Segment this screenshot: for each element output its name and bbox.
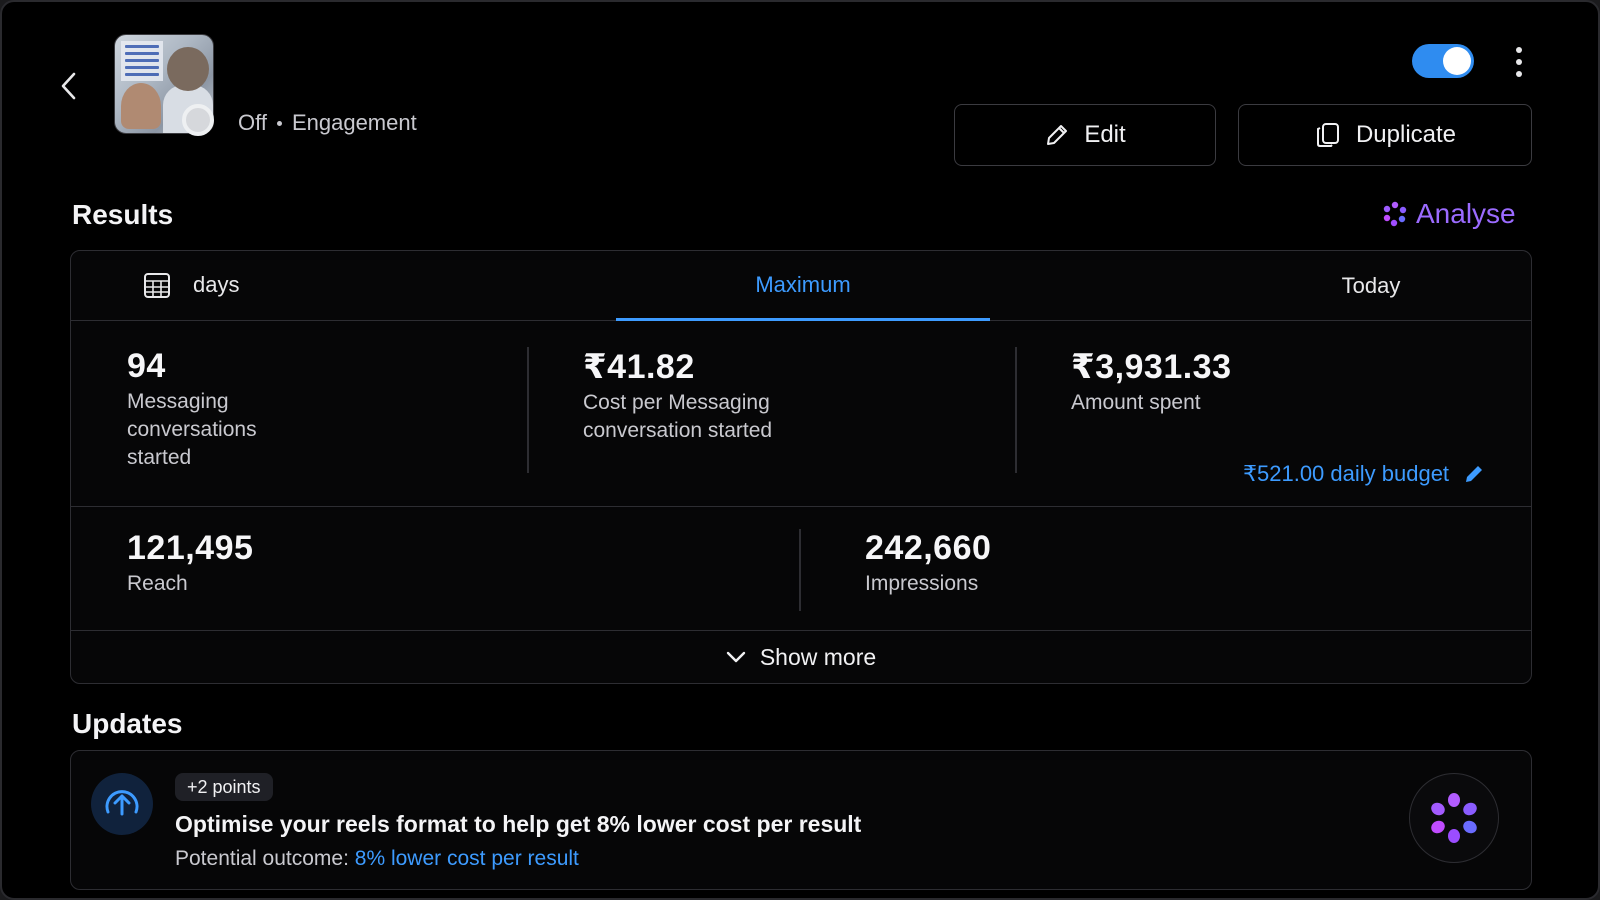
tab-days[interactable]: days [143,271,239,299]
analyse-button[interactable]: Analyse [1382,198,1516,230]
metrics-row-primary: 94 Messaging conversations started ₹41.8… [71,321,1531,507]
show-more-button[interactable]: Show more [71,631,1531,683]
date-range-tabs: days Maximum Today [71,251,1531,321]
pencil-icon [1047,125,1068,145]
upgrade-arrow-icon [91,773,153,835]
tab-maximum[interactable]: Maximum [616,251,990,321]
update-outcome: Potential outcome: 8% lower cost per res… [175,847,579,871]
show-more-label: Show more [759,643,877,670]
metric-label: Impressions [865,572,979,595]
edit-button[interactable]: Edit [954,104,1216,166]
duplicate-icon [1316,123,1339,147]
toggle-knob [1443,47,1471,75]
metric-label: Reach [127,572,188,595]
metric-cost-per-conversation[interactable]: ₹41.82 Cost per Messaging conversation s… [583,347,772,445]
ai-assistant-button[interactable] [1409,773,1499,863]
metric-reach[interactable]: 121,495 Reach [127,529,253,598]
points-badge: +2 points [175,773,273,801]
objective-text: Engagement [291,110,417,135]
metric-label: Amount spent [1071,391,1201,414]
metric-messaging-conversations[interactable]: 94 Messaging conversations started [127,347,257,472]
metric-label: Messaging conversations started [127,390,257,469]
outcome-link[interactable]: 8% lower cost per result [355,847,579,870]
outcome-prefix: Potential outcome: [175,847,349,870]
update-recommendation-card[interactable]: +2 points Optimise your reels format to … [70,750,1532,890]
status-indicator-icon [182,104,214,136]
updates-heading: Updates [72,708,183,739]
back-button[interactable] [54,66,82,106]
tab-today[interactable]: Today [1251,251,1491,321]
metric-impressions[interactable]: 242,660 Impressions [865,529,991,598]
metric-value: 121,495 [127,529,254,567]
chevron-left-icon [61,72,76,100]
status-text: Off [238,110,267,135]
ad-status-line: Off Engagement [238,110,417,136]
separator-dot [276,120,282,126]
more-options-icon[interactable] [1508,44,1530,80]
analyse-label: Analyse [1416,198,1516,229]
duplicate-button-label: Duplicate [1355,121,1457,148]
results-card: days Maximum Today 94 Messaging conversa… [70,250,1532,684]
metric-divider [799,529,801,611]
update-headline: Optimise your reels format to help get 8… [175,811,862,837]
ad-on-off-toggle[interactable] [1412,44,1474,78]
ai-sparkle-icon [1431,793,1477,843]
metric-value: 94 [127,347,166,385]
edit-button-label: Edit [1084,121,1126,148]
pencil-icon [1466,466,1483,482]
ai-sparkle-icon [1383,201,1407,227]
tab-days-label: days [193,272,240,297]
metric-divider [527,347,529,473]
chevron-down-icon [726,651,746,663]
metric-value: ₹41.82 [583,348,695,386]
daily-budget-label: ₹521.00 daily budget [1243,461,1450,486]
daily-budget-link[interactable]: ₹521.00 daily budget [1243,461,1485,487]
metric-divider [1015,347,1017,473]
results-heading: Results [72,199,174,230]
metric-value: 242,660 [865,529,992,567]
metric-label: Cost per Messaging conversation started [583,391,773,442]
metric-value: ₹3,931.33 [1071,348,1232,386]
metric-amount-spent[interactable]: ₹3,931.33 Amount spent [1071,347,1232,417]
duplicate-button[interactable]: Duplicate [1238,104,1532,166]
calendar-icon [144,273,170,298]
ad-detail-screen: Off Engagement Edit Duplicate Results An… [0,0,1600,900]
metrics-row-secondary: 121,495 Reach 242,660 Impressions [71,507,1531,631]
